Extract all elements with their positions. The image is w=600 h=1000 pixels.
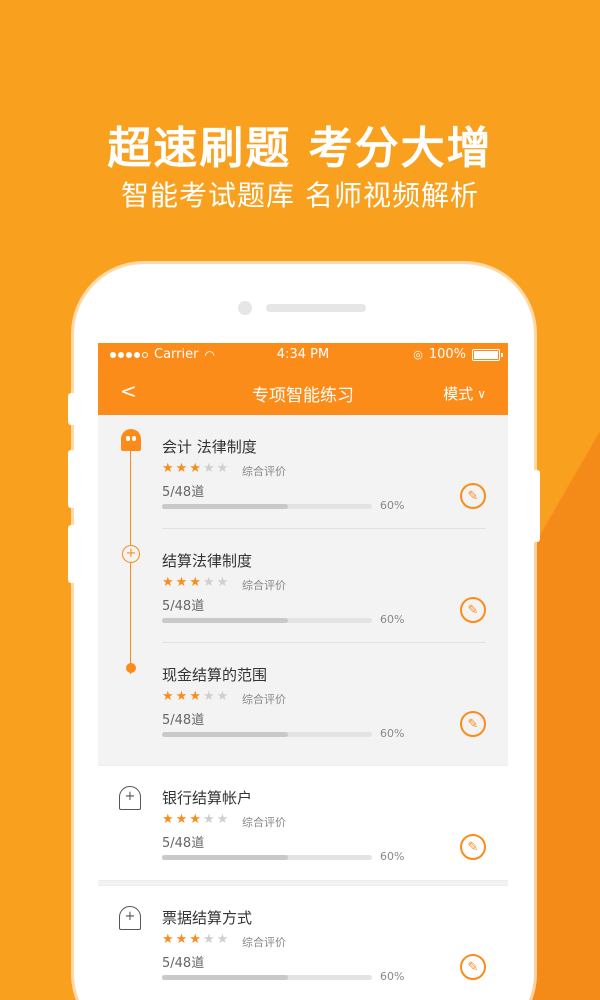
list-item[interactable]: 会计 法律制度 ★ ★ ★ ★ ★ 综合评价 5/48道 60% ✎ [98,415,508,529]
nav-bar: < 专项智能练习 模式 ∨ [98,367,508,415]
rating-label: 综合评价 [242,579,286,592]
progress-percent: 60% [380,499,405,512]
progress-bar [162,732,372,737]
item-title: 会计 法律制度 [162,438,257,456]
item-title: 现金结算的范围 [162,666,268,684]
question-count: 5/48道 [162,713,205,728]
item-title: 银行结算帐户 [162,789,253,807]
star-icon: ★ [162,461,174,476]
star-icon: ★ [162,575,174,590]
practice-button[interactable]: ✎ [460,597,486,623]
phone-speaker [266,304,366,312]
star-icon: ★ [216,932,229,947]
star-rating: ★ ★ ★ ★ ★ [162,575,228,590]
rating-label: 综合评价 [242,693,286,706]
star-icon: ★ [216,689,229,704]
star-rating: ★ ★ ★ ★ ★ [162,932,228,947]
pencil-icon: ✎ [467,959,479,975]
practice-button[interactable]: ✎ [460,834,486,860]
progress-bar [162,618,372,623]
practice-button[interactable]: ✎ [460,711,486,737]
status-bar: Carrier ◠ 4:34 PM ◎ 100% [98,343,508,367]
star-rating: ★ ★ ★ ★ ★ [162,689,228,704]
list-item[interactable]: + 结算法律制度 ★ ★ ★ ★ ★ 综合评价 5/48道 60% ✎ [98,529,508,643]
practice-button[interactable]: ✎ [460,954,486,980]
star-icon: ★ [162,932,174,947]
star-icon: ★ [202,689,215,704]
pencil-icon: ✎ [467,488,479,504]
star-icon: ★ [175,461,188,476]
phone-camera [238,301,252,315]
progress-percent: 60% [380,727,405,740]
progress-percent: 60% [380,970,405,983]
battery-icon [472,348,503,361]
star-rating: ★ ★ ★ ★ ★ [162,812,228,827]
chapter-card[interactable]: + 票据结算方式 ★ ★ ★ ★ ★ 综合评价 5/48道 60% ✎ [98,886,508,1000]
plus-circle-icon: + [121,543,140,563]
promo-subline: 智能考试题库 名师视频解析 [121,179,479,212]
star-icon: ★ [189,461,201,476]
dot-icon [121,657,136,673]
app-screen: Carrier ◠ 4:34 PM ◎ 100% < 专项智能练习 模式 ∨ 会… [98,343,508,1000]
star-icon: ★ [202,461,215,476]
question-count: 5/48道 [162,956,205,971]
star-icon: ★ [202,812,215,827]
star-icon: ★ [189,575,201,590]
battery-percent: 100% [428,347,466,362]
item-title: 票据结算方式 [162,909,253,927]
chevron-down-icon: ∨ [477,386,486,401]
star-icon: ★ [189,932,201,947]
ghost-icon [121,429,141,451]
star-icon: ★ [216,461,229,476]
star-icon: ★ [202,575,215,590]
star-icon: ★ [162,689,174,704]
question-count: 5/48道 [162,599,205,614]
star-icon: ★ [175,689,188,704]
progress-percent: 60% [380,613,405,626]
promo-headline: 超速刷题 考分大增 [107,123,493,174]
chapter-card[interactable]: + 银行结算帐户 ★ ★ ★ ★ ★ 综合评价 5/48道 60% ✎ [98,766,508,880]
progress-percent: 60% [380,850,405,863]
expanded-chapter: 会计 法律制度 ★ ★ ★ ★ ★ 综合评价 5/48道 60% ✎ + 结算法律制度 … [98,415,508,760]
mode-dropdown[interactable]: 模式 ∨ [443,383,486,404]
progress-bar [162,504,372,509]
item-title: 结算法律制度 [162,552,253,570]
list-item[interactable]: 现金结算的范围 ★ ★ ★ ★ ★ 综合评价 5/48道 60% ✎ [98,643,508,757]
pencil-icon: ✎ [467,716,479,732]
rating-label: 综合评价 [242,936,286,949]
question-count: 5/48道 [162,836,205,851]
star-icon: ★ [162,812,174,827]
star-icon: ★ [216,575,229,590]
star-icon: ★ [189,689,201,704]
star-icon: ★ [216,812,229,827]
star-icon: ★ [202,932,215,947]
question-count: 5/48道 [162,485,205,500]
pencil-icon: ✎ [467,839,479,855]
star-icon: ★ [175,812,188,827]
mode-label: 模式 [443,385,474,403]
star-rating: ★ ★ ★ ★ ★ [162,461,228,476]
progress-bar [162,855,372,860]
star-icon: ★ [189,812,201,827]
progress-bar [162,975,372,980]
star-icon: ★ [175,932,188,947]
practice-button[interactable]: ✎ [460,483,486,509]
orientation-lock-icon: ◎ [413,348,423,361]
pencil-icon: ✎ [467,602,479,618]
star-icon: ★ [175,575,188,590]
rating-label: 综合评价 [242,816,286,829]
rating-label: 综合评价 [242,465,286,478]
